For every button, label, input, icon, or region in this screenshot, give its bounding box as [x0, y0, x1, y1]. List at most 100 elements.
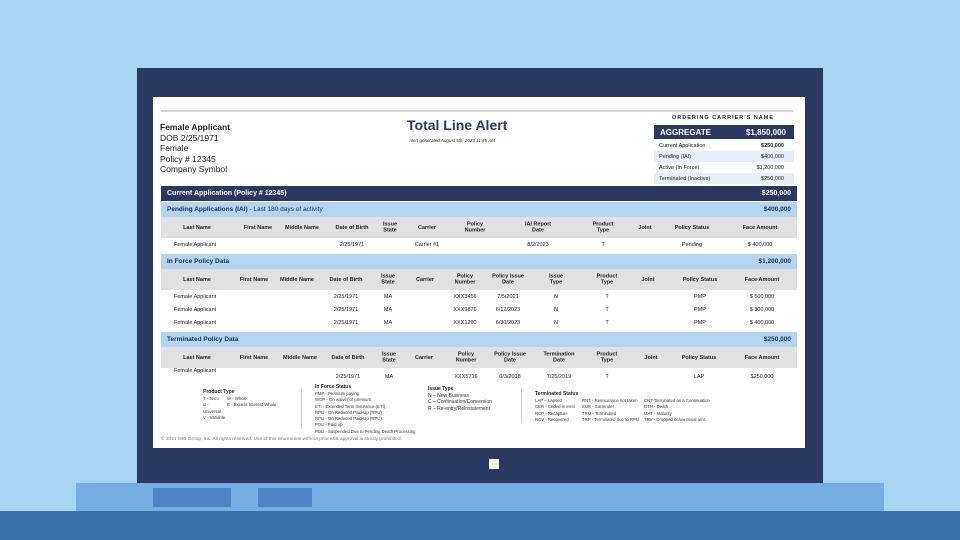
- column-header: Face Amount: [744, 354, 780, 361]
- legend-item: R – Re-entry/Reinstatement: [428, 405, 490, 412]
- table-cell: 2/25/1971: [339, 242, 365, 248]
- legend-divider: [521, 389, 522, 423]
- legend-product-type: Product Type T - Term W - Whole U - Univers…: [203, 389, 287, 421]
- table-cell: LAP: [693, 374, 705, 380]
- table-cell: T: [605, 307, 609, 313]
- applicant-info: Female Applicant DOB 2/25/1971 Female Po…: [160, 122, 230, 175]
- table-cell: N: [554, 307, 558, 313]
- applicant-policy: Policy # 12345: [160, 153, 216, 164]
- column-header: Policy Number: [454, 273, 476, 286]
- section-total: $1,200,000: [758, 258, 791, 265]
- legend-title: Terminated Status: [535, 391, 579, 397]
- desk: [76, 483, 884, 511]
- table-cell: 7/25/2019: [546, 374, 572, 380]
- column-header: Carrier: [414, 354, 434, 361]
- table-cell: MA: [384, 374, 394, 380]
- legend-title: Issue Type: [428, 386, 454, 392]
- column-header: Policy Status: [681, 354, 717, 361]
- copyright: © 2021 MIB Group, Inc. All rights reserv…: [161, 437, 402, 442]
- table-cell: $ 400,000: [747, 242, 773, 248]
- table-cell: XXX9876: [453, 307, 477, 313]
- table-cell: T: [605, 374, 609, 380]
- column-header: First Name: [239, 276, 269, 283]
- company-symbol: Company Symbol: [160, 164, 228, 174]
- legend-item: TRP - Terminated due to RPU: [582, 416, 639, 422]
- column-header: Last Name: [183, 354, 211, 361]
- table-header: Last Name First Name Middle Name Date of Bi…: [161, 269, 797, 290]
- table-row: Female Applicant 2/25/1971 MA XXX3456 7/5/20…: [161, 291, 797, 303]
- column-header: Date of Birth: [331, 354, 365, 361]
- column-header: Issue State: [381, 351, 397, 364]
- legend-item: V - Variable: [203, 414, 226, 420]
- power-button[interactable]: [489, 459, 499, 469]
- column-header: Date of Birth: [329, 276, 363, 283]
- aggregate-row-label: Active (In Force): [659, 164, 700, 171]
- column-header: Date of Birth: [335, 224, 369, 231]
- table-cell: Pending: [681, 242, 703, 248]
- column-header: Policy Number: [464, 221, 486, 234]
- table-cell: 2/25/1971: [333, 307, 359, 313]
- aggregate-bar: AGGREGATE $1,850,000: [654, 125, 794, 139]
- column-header: Policy Issue Date: [494, 351, 526, 364]
- table-cell: 2/25/1971: [335, 374, 361, 380]
- column-header: Issue State: [382, 221, 398, 234]
- column-header: Policy Issue Date: [492, 273, 524, 286]
- column-header: Policy Status: [682, 276, 718, 283]
- aggregate-row-value: $250,000: [761, 175, 784, 182]
- column-header: Carrier: [417, 224, 437, 231]
- table-cell: $250,000: [750, 374, 774, 380]
- section-bar-terminated: Terminated Policy Data $250,000: [161, 332, 797, 347]
- legend-item: U - Universal: [203, 402, 221, 414]
- legend-item: TRV - Dropped below trivial amt: [644, 416, 705, 422]
- table-row: Female Applicant 2/25/1971 Carrier #1 8/2/2…: [161, 239, 797, 251]
- applicant-name: Female Applicant: [160, 122, 231, 132]
- aggregate-row-value: $1,200,000: [756, 164, 784, 171]
- section-total: $250,000: [763, 336, 791, 343]
- column-header: Joint: [641, 276, 655, 283]
- section-bar-inforce: In Force Policy Data $1,200,000: [161, 254, 797, 269]
- table-cell: Female Applicant: [174, 242, 217, 248]
- column-header: Face Amount: [744, 276, 780, 283]
- table-cell: XXX3456: [453, 294, 477, 300]
- table-cell: 6/12/2023: [495, 307, 521, 313]
- generated-timestamp: Alert generated August 5th, 2023 11:45 A…: [409, 138, 495, 143]
- table-cell: MA: [383, 320, 393, 326]
- table-cell: T: [601, 242, 605, 248]
- aggregate-label: AGGREGATE: [660, 127, 711, 137]
- table-cell: 2/25/1971: [333, 294, 359, 300]
- table-row: Female Applicant 2/25/1971 MA XXX1290 6/30/2…: [161, 317, 797, 329]
- table-cell: T: [605, 294, 609, 300]
- table-cell: T: [605, 320, 609, 326]
- column-header: Joint: [644, 354, 658, 361]
- table-cell: MA: [383, 307, 393, 313]
- table-cell: PMP: [694, 294, 706, 300]
- section-title: Terminated Policy Data: [167, 336, 239, 343]
- table-cell: 8/2/2023: [527, 242, 549, 248]
- legend-item: E - Excess Interest Whole: [227, 402, 277, 408]
- table-cell: 6/3/2018: [499, 374, 521, 380]
- section-label: In Force Policy Data: [167, 258, 229, 265]
- table-cell: Carrier #1: [414, 242, 440, 248]
- section-sublabel: - Last 180 days of activity: [247, 206, 323, 213]
- legend-items: LAP – Lapsed CER - Ceded in error RCP - Re…: [535, 398, 714, 423]
- column-header: Joint: [638, 224, 652, 231]
- desk-slot: [258, 488, 312, 507]
- table-cell: Female Applicant: [174, 368, 217, 374]
- legend-item: RCV - Recovered: [535, 416, 569, 422]
- column-header: Middle Name: [283, 354, 317, 361]
- legend-divider: [301, 389, 302, 429]
- legend-issue-type: Issue Type N – New Business C – Continuati…: [428, 386, 528, 412]
- applicant-dob: DOB 2/25/1971: [160, 132, 219, 143]
- total-line-alert-report: Female Applicant DOB 2/25/1971 Female Po…: [153, 97, 805, 448]
- table-header: Last Name First Name Middle Name Date of Bi…: [161, 217, 797, 238]
- column-header: Issue Type: [548, 273, 564, 286]
- aggregate-row: Current Application $250,000: [654, 140, 794, 151]
- table-cell: N: [554, 320, 558, 326]
- section-bar-pending: Pending Applications (IAI) - Last 180 da…: [161, 202, 797, 217]
- column-header: Issue State: [380, 273, 396, 286]
- table-cell: PMP: [694, 320, 706, 326]
- section-label: Pending Applications (IAI) - Last 180 da…: [167, 206, 323, 213]
- table-cell: $ 400,000: [749, 320, 775, 326]
- column-header: Product Type: [596, 273, 618, 286]
- column-header: Policy Number: [455, 351, 477, 364]
